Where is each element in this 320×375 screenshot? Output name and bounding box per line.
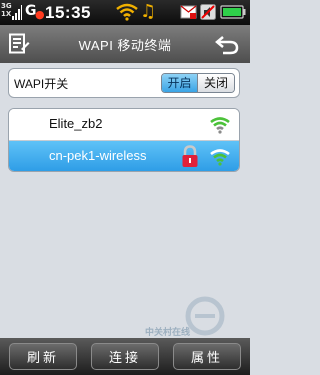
message-icon [180, 5, 197, 19]
alarm-icon: ● [35, 8, 45, 21]
wapi-switch-label: WAPI开关 [14, 77, 69, 91]
music-note-icon: ♫ [140, 1, 157, 22]
signal-bars-icon [12, 5, 22, 20]
wifi-signal-icon [210, 117, 230, 134]
refresh-button[interactable]: 刷新 [9, 343, 77, 370]
title-bar: WAPI 移动终端 [0, 25, 250, 63]
properties-button[interactable]: 属性 [173, 343, 241, 370]
battery-icon [220, 5, 246, 19]
connect-button[interactable]: 连接 [91, 343, 159, 370]
list-item-selected[interactable]: cn-pek1-wireless [9, 141, 239, 171]
wapi-off-button[interactable]: 关闭 [198, 74, 234, 92]
list-item[interactable]: Elite_zb2 [9, 109, 239, 141]
network-type-bottom: 1X [1, 10, 12, 18]
network-type: 3G 1X [1, 2, 12, 18]
bottom-toolbar: 刷新 连接 属性 [0, 338, 250, 375]
network-type-top: 3G [1, 2, 12, 10]
network-name: Elite_zb2 [49, 116, 103, 131]
status-bar: 3G 1X G ● 15:35 ♫ [0, 0, 250, 25]
wapi-switch-row: WAPI开关 开启 关闭 [8, 68, 240, 98]
network-list: Elite_zb2 cn-pek1-wireless [8, 108, 240, 172]
lock-icon [182, 145, 198, 167]
ringer-icon [200, 4, 216, 20]
clock: 15:35 [45, 3, 91, 22]
network-name: cn-pek1-wireless [49, 148, 147, 163]
wifi-signal-icon [210, 149, 230, 166]
wapi-toggle: 开启 关闭 [161, 73, 235, 93]
page-title: WAPI 移动终端 [78, 38, 172, 53]
watermark-text: 中关村在线 [145, 328, 191, 338]
wapi-on-button[interactable]: 开启 [162, 74, 198, 92]
wifi-icon [116, 3, 138, 21]
content-area: WAPI开关 开启 关闭 Elite_zb2 cn-pek1-wireless [0, 63, 250, 338]
back-icon[interactable] [215, 33, 239, 55]
